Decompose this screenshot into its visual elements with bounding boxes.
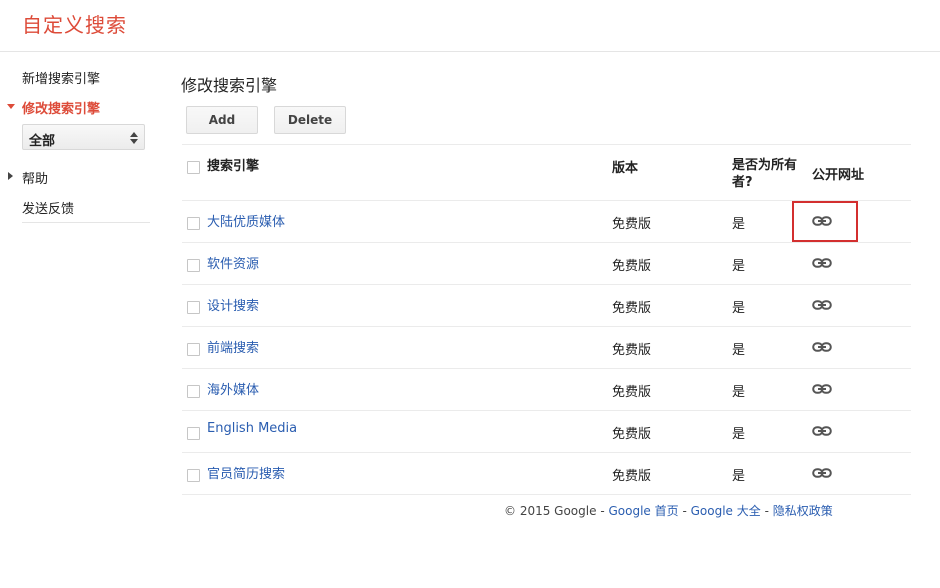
add-button[interactable]: Add [186, 106, 258, 134]
engine-name-link[interactable]: 海外媒体 [207, 379, 259, 398]
engine-version: 免费版 [612, 343, 652, 358]
engine-owner: 是 [732, 217, 746, 232]
table-row: 设计搜索 免费版 是 [182, 285, 911, 327]
engine-version: 免费版 [612, 469, 652, 484]
link-chain-icon[interactable] [812, 257, 832, 269]
row-checkbox[interactable] [187, 301, 200, 314]
footer-link-privacy[interactable]: 隐私权政策 [773, 504, 833, 518]
row-checkbox[interactable] [187, 385, 200, 398]
updown-arrows-icon [130, 132, 138, 144]
engine-version: 免费版 [612, 427, 652, 442]
table-row: 软件资源 免费版 是 [182, 243, 911, 285]
engine-version: 免费版 [612, 385, 652, 400]
copyright-text: © 2015 Google [504, 504, 597, 518]
sidebar-item-new-engine[interactable]: 新增搜索引擎 [22, 68, 100, 87]
link-chain-icon[interactable] [812, 215, 832, 227]
column-header-owner[interactable]: 是否为所有者? [732, 157, 802, 191]
caret-right-icon [8, 172, 13, 180]
table-header-row: 搜索引擎 版本 是否为所有者? 公开网址 [182, 145, 911, 201]
select-all-checkbox[interactable] [187, 161, 200, 174]
link-chain-icon[interactable] [812, 299, 832, 311]
link-chain-icon[interactable] [812, 341, 832, 353]
engine-name-link[interactable]: 前端搜索 [207, 337, 259, 356]
engine-owner: 是 [732, 469, 746, 484]
table-row: English Media 免费版 是 [182, 411, 911, 453]
engine-filter-select[interactable]: 全部 [22, 124, 145, 150]
engine-name-link[interactable]: 大陆优质媒体 [207, 211, 285, 230]
sidebar-item-edit-engine[interactable]: 修改搜索引擎 [22, 98, 100, 117]
link-chain-icon[interactable] [812, 383, 832, 395]
sidebar-divider [22, 222, 150, 223]
table-row: 前端搜索 免费版 是 [182, 327, 911, 369]
app-header: 自定义搜索 [0, 0, 940, 52]
sidebar-item-help[interactable]: 帮助 [22, 168, 48, 187]
footer-separator: - [600, 504, 605, 518]
row-checkbox[interactable] [187, 217, 200, 230]
footer-separator: - [682, 504, 687, 518]
engine-name-link[interactable]: English Media [207, 421, 297, 436]
app-title[interactable]: 自定义搜索 [22, 9, 127, 38]
caret-down-icon [7, 104, 15, 109]
engine-owner: 是 [732, 301, 746, 316]
row-checkbox[interactable] [187, 259, 200, 272]
row-checkbox[interactable] [187, 343, 200, 356]
engine-version: 免费版 [612, 259, 652, 274]
footer: © 2015 Google - Google 首页 - Google 大全 - … [504, 502, 833, 519]
engine-filter-value: 全部 [29, 134, 56, 149]
footer-separator: - [764, 504, 769, 518]
footer-link-google-all[interactable]: Google 大全 [691, 504, 761, 518]
engine-name-link[interactable]: 软件资源 [207, 253, 259, 272]
footer-link-google-home[interactable]: Google 首页 [608, 504, 678, 518]
column-header-version[interactable]: 版本 [612, 157, 638, 176]
column-header-public-url: 公开网址 [812, 168, 865, 183]
engine-owner: 是 [732, 385, 746, 400]
table-row: 官员简历搜索 免费版 是 [182, 453, 911, 495]
engine-owner: 是 [732, 343, 746, 358]
engines-table: 搜索引擎 版本 是否为所有者? 公开网址 大陆优质媒体 免费版 是 软件资源 免… [182, 144, 911, 495]
engine-version: 免费版 [612, 301, 652, 316]
table-row: 海外媒体 免费版 是 [182, 369, 911, 411]
engine-name-link[interactable]: 设计搜索 [207, 295, 259, 314]
engine-owner: 是 [732, 427, 746, 442]
sidebar-item-feedback[interactable]: 发送反馈 [22, 198, 74, 217]
delete-button[interactable]: Delete [274, 106, 346, 134]
engine-version: 免费版 [612, 217, 652, 232]
column-header-name[interactable]: 搜索引擎 [207, 155, 259, 174]
link-chain-icon[interactable] [812, 425, 832, 437]
link-chain-icon[interactable] [812, 467, 832, 479]
page-title: 修改搜索引擎 [181, 76, 278, 95]
row-checkbox[interactable] [187, 469, 200, 482]
row-checkbox[interactable] [187, 427, 200, 440]
engine-name-link[interactable]: 官员简历搜索 [207, 463, 285, 482]
engine-owner: 是 [732, 259, 746, 274]
table-row: 大陆优质媒体 免费版 是 [182, 201, 911, 243]
